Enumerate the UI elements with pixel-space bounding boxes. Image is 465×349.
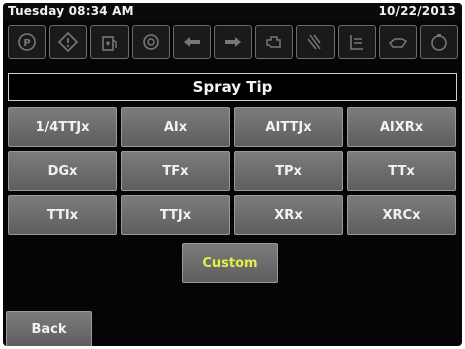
- tip-button-ttx[interactable]: TTx: [347, 151, 456, 191]
- tip-button-tpx[interactable]: TPx: [234, 151, 343, 191]
- tip-button-dgx[interactable]: DGx: [8, 151, 117, 191]
- date: 10/22/2013: [378, 4, 456, 18]
- svg-text:P: P: [23, 38, 30, 49]
- tip-button-aixrx[interactable]: AIXRx: [347, 107, 456, 147]
- engine-oil-icon: [378, 25, 417, 59]
- parking-brake-icon: P: [8, 25, 47, 59]
- engine-icon: [255, 25, 294, 59]
- right-turn-icon: [213, 25, 253, 59]
- fuel-icon: [90, 25, 129, 59]
- tip-button-aittjx[interactable]: AITTJx: [234, 107, 343, 147]
- page-title: Spray Tip: [8, 73, 457, 101]
- tank-level-icon: [419, 25, 459, 59]
- tip-button-aix[interactable]: AIx: [121, 107, 230, 147]
- back-button[interactable]: Back: [6, 311, 92, 346]
- spray-fan-icon: [296, 25, 335, 59]
- left-turn-icon: [172, 25, 211, 59]
- tip-button-ttjx[interactable]: TTJx: [121, 195, 230, 235]
- custom-button[interactable]: Custom: [182, 243, 278, 283]
- tip-button-tfx[interactable]: TFx: [121, 151, 230, 191]
- display-screen: Tuesday 08:34 AM 10/22/2013 P Spray Tip …: [3, 3, 462, 346]
- tip-button-1-4ttjx[interactable]: 1/4TTJx: [8, 107, 117, 147]
- spray-tip-grid: 1/4TTJx AIx AITTJx AIXRx DGx TFx TPx TTx…: [8, 107, 460, 235]
- transmission-icon: [131, 25, 170, 59]
- status-bar: Tuesday 08:34 AM 10/22/2013: [3, 3, 462, 21]
- tip-button-xrx[interactable]: XRx: [234, 195, 343, 235]
- tip-button-ttix[interactable]: TTIx: [8, 195, 117, 235]
- warning-icon: [49, 25, 88, 59]
- tip-button-xrcx[interactable]: XRCx: [347, 195, 456, 235]
- hydraulic-icon: [337, 25, 376, 59]
- indicator-icons-row: P: [8, 25, 459, 61]
- day-time: Tuesday 08:34 AM: [8, 4, 134, 18]
